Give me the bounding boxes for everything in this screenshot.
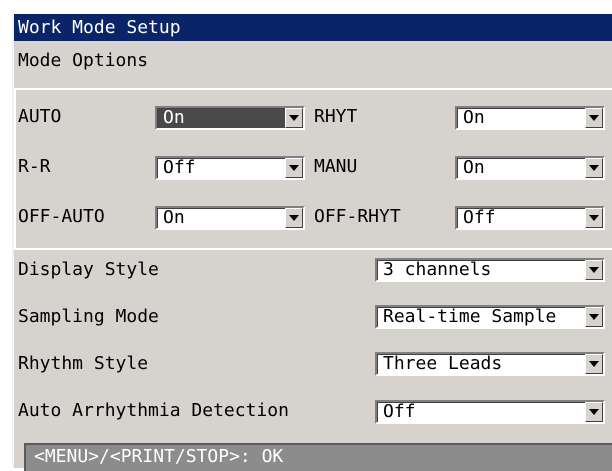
chevron-down-icon[interactable] — [285, 158, 303, 178]
auto-label: AUTO — [18, 106, 62, 127]
chevron-down-icon[interactable] — [585, 108, 603, 128]
rhythm-style-select[interactable]: Three Leads — [375, 352, 605, 376]
manu-select-value: On — [463, 157, 485, 178]
work-mode-setup-window: Work Mode Setup Mode Options AUTO On R-R… — [12, 14, 612, 471]
status-bar: <MENU>/<PRINT/STOP>: OK — [24, 443, 612, 471]
auto-select[interactable]: On — [155, 106, 305, 130]
window-title: Work Mode Setup — [14, 14, 612, 41]
display-style-select[interactable]: 3 channels — [375, 258, 605, 282]
auto-arrhythmia-detection-select-value: Off — [383, 401, 416, 422]
chevron-down-icon[interactable] — [585, 307, 603, 327]
auto-arrhythmia-detection-select[interactable]: Off — [375, 400, 605, 424]
display-style-label: Display Style — [18, 259, 159, 280]
rhyt-label: RHYT — [314, 106, 358, 127]
off-rhyt-select[interactable]: Off — [455, 206, 605, 230]
rhyt-select[interactable]: On — [455, 106, 605, 130]
chevron-down-icon[interactable] — [585, 158, 603, 178]
off-rhyt-select-value: Off — [463, 207, 496, 228]
off-auto-select-value: On — [163, 207, 185, 228]
r-r-label: R-R — [18, 156, 51, 177]
manu-label: MANU — [314, 156, 358, 177]
sampling-mode-select-value: Real-time Sample — [383, 306, 557, 327]
chevron-down-icon[interactable] — [285, 108, 303, 128]
sampling-mode-select[interactable]: Real-time Sample — [375, 305, 605, 329]
rhythm-style-select-value: Three Leads — [383, 353, 503, 374]
mode-options-heading: Mode Options — [18, 50, 149, 71]
off-rhyt-label: OFF-RHYT — [314, 206, 401, 227]
auto-arrhythmia-detection-label: Auto Arrhythmia Detection — [18, 400, 289, 421]
chevron-down-icon[interactable] — [585, 354, 603, 374]
r-r-select-value: Off — [163, 157, 196, 178]
chevron-down-icon[interactable] — [585, 208, 603, 228]
chevron-down-icon[interactable] — [285, 208, 303, 228]
chevron-down-icon[interactable] — [585, 402, 603, 422]
rhyt-select-value: On — [463, 107, 485, 128]
display-style-select-value: 3 channels — [383, 259, 492, 280]
sampling-mode-label: Sampling Mode — [18, 306, 159, 327]
chevron-down-icon[interactable] — [585, 260, 603, 280]
off-auto-select[interactable]: On — [155, 206, 305, 230]
r-r-select[interactable]: Off — [155, 156, 305, 180]
manu-select[interactable]: On — [455, 156, 605, 180]
off-auto-label: OFF-AUTO — [18, 206, 105, 227]
rhythm-style-label: Rhythm Style — [18, 353, 149, 374]
auto-select-value: On — [163, 107, 185, 128]
